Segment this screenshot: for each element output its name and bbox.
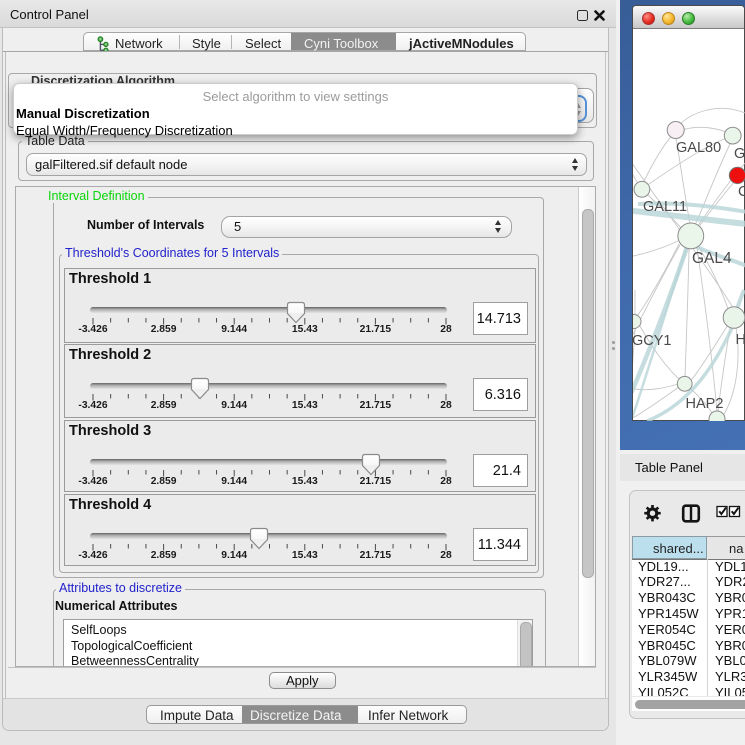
svg-text:GAL4: GAL4: [692, 250, 732, 267]
svg-text:C: C: [738, 184, 745, 200]
svg-text:GA: GA: [734, 146, 745, 162]
svg-text:GAL80: GAL80: [676, 140, 721, 156]
svg-text:H: H: [736, 332, 745, 348]
svg-text:GAL11: GAL11: [643, 199, 687, 215]
svg-text:HAP2: HAP2: [686, 396, 724, 412]
svg-text:GCY1: GCY1: [633, 333, 672, 349]
